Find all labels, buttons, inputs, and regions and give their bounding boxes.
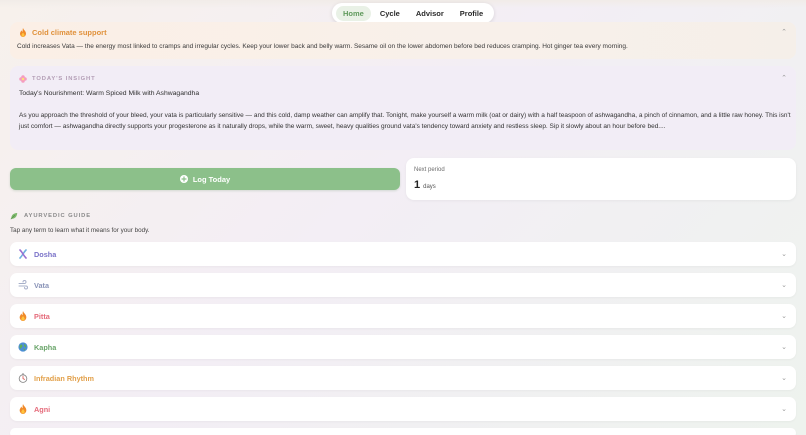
guide-item-label: Pitta bbox=[34, 312, 50, 321]
guide-item-dosha[interactable]: Dosha ⌄ bbox=[10, 242, 796, 266]
guide-item-kapha[interactable]: Kapha ⌄ bbox=[10, 335, 796, 359]
next-period-card: Next period 1 days bbox=[406, 158, 796, 200]
chevron-down-icon: ⌄ bbox=[781, 375, 787, 382]
tab-advisor[interactable]: Advisor bbox=[409, 6, 451, 21]
guide-header: AYURVEDIC GUIDE bbox=[10, 212, 91, 220]
tab-home[interactable]: Home bbox=[336, 5, 371, 21]
insight-title: Today's Nourishment: Warm Spiced Milk wi… bbox=[19, 90, 200, 97]
dna-icon bbox=[19, 249, 27, 259]
guide-item-label: Agni bbox=[34, 405, 51, 414]
chevron-down-icon: ⌄ bbox=[781, 406, 787, 413]
leaf-icon bbox=[10, 212, 18, 220]
cold-climate-body: Cold increases Vata — the energy most li… bbox=[17, 43, 628, 50]
guide-item-label: Vata bbox=[34, 281, 50, 290]
insight-body: As you approach the threshold of your bl… bbox=[19, 112, 791, 130]
stopwatch-icon bbox=[18, 373, 28, 383]
chevron-down-icon: ⌄ bbox=[781, 344, 787, 351]
cold-climate-card[interactable]: Cold climate support ⌃ Cold increases Va… bbox=[10, 22, 796, 59]
log-today-button[interactable]: Log Today bbox=[10, 168, 400, 190]
wind-icon bbox=[18, 280, 28, 290]
flame-icon bbox=[19, 311, 27, 321]
chevron-up-icon[interactable]: ⌃ bbox=[781, 75, 787, 82]
next-period-unit: days bbox=[423, 184, 436, 190]
guide-item-agni[interactable]: Agni ⌄ bbox=[10, 397, 796, 421]
guide-item-label: Infradian Rhythm bbox=[34, 374, 94, 383]
insight-header: TODAY'S INSIGHT bbox=[19, 75, 96, 83]
insight-heading: TODAY'S INSIGHT bbox=[32, 76, 96, 82]
chevron-down-icon: ⌄ bbox=[781, 251, 787, 258]
chevron-down-icon: ⌄ bbox=[781, 313, 787, 320]
top-nav: Home Cycle Advisor Profile bbox=[332, 3, 495, 23]
tab-cycle[interactable]: Cycle bbox=[373, 6, 407, 21]
guide-item-infradian-rhythm[interactable]: Infradian Rhythm ⌄ bbox=[10, 366, 796, 390]
guide-item-label: Dosha bbox=[34, 250, 57, 259]
flower-icon bbox=[19, 75, 27, 83]
next-period-value: 1 days bbox=[414, 179, 436, 191]
flame-icon bbox=[20, 28, 26, 37]
cold-climate-title: Cold climate support bbox=[32, 28, 107, 37]
plus-circle-icon bbox=[179, 175, 188, 183]
guide-heading: AYURVEDIC GUIDE bbox=[24, 213, 91, 219]
flame-icon bbox=[19, 404, 27, 414]
tab-profile[interactable]: Profile bbox=[453, 6, 490, 21]
guide-item-vata[interactable]: Vata ⌄ bbox=[10, 273, 796, 297]
globe-icon bbox=[18, 342, 28, 352]
chevron-up-icon[interactable]: ⌃ bbox=[781, 29, 787, 36]
guide-item-partial[interactable] bbox=[10, 428, 796, 435]
log-today-label: Log Today bbox=[192, 174, 231, 184]
next-period-number: 1 bbox=[414, 179, 421, 191]
guide-item-label: Kapha bbox=[34, 343, 57, 352]
guide-item-pitta[interactable]: Pitta ⌄ bbox=[10, 304, 796, 328]
next-period-label: Next period bbox=[414, 167, 445, 173]
guide-subtitle: Tap any term to learn what it means for … bbox=[10, 227, 150, 234]
insight-card[interactable]: TODAY'S INSIGHT ⌃ Today's Nourishment: W… bbox=[10, 66, 796, 150]
chevron-down-icon: ⌄ bbox=[781, 282, 787, 289]
cold-climate-header: Cold climate support bbox=[19, 28, 107, 37]
